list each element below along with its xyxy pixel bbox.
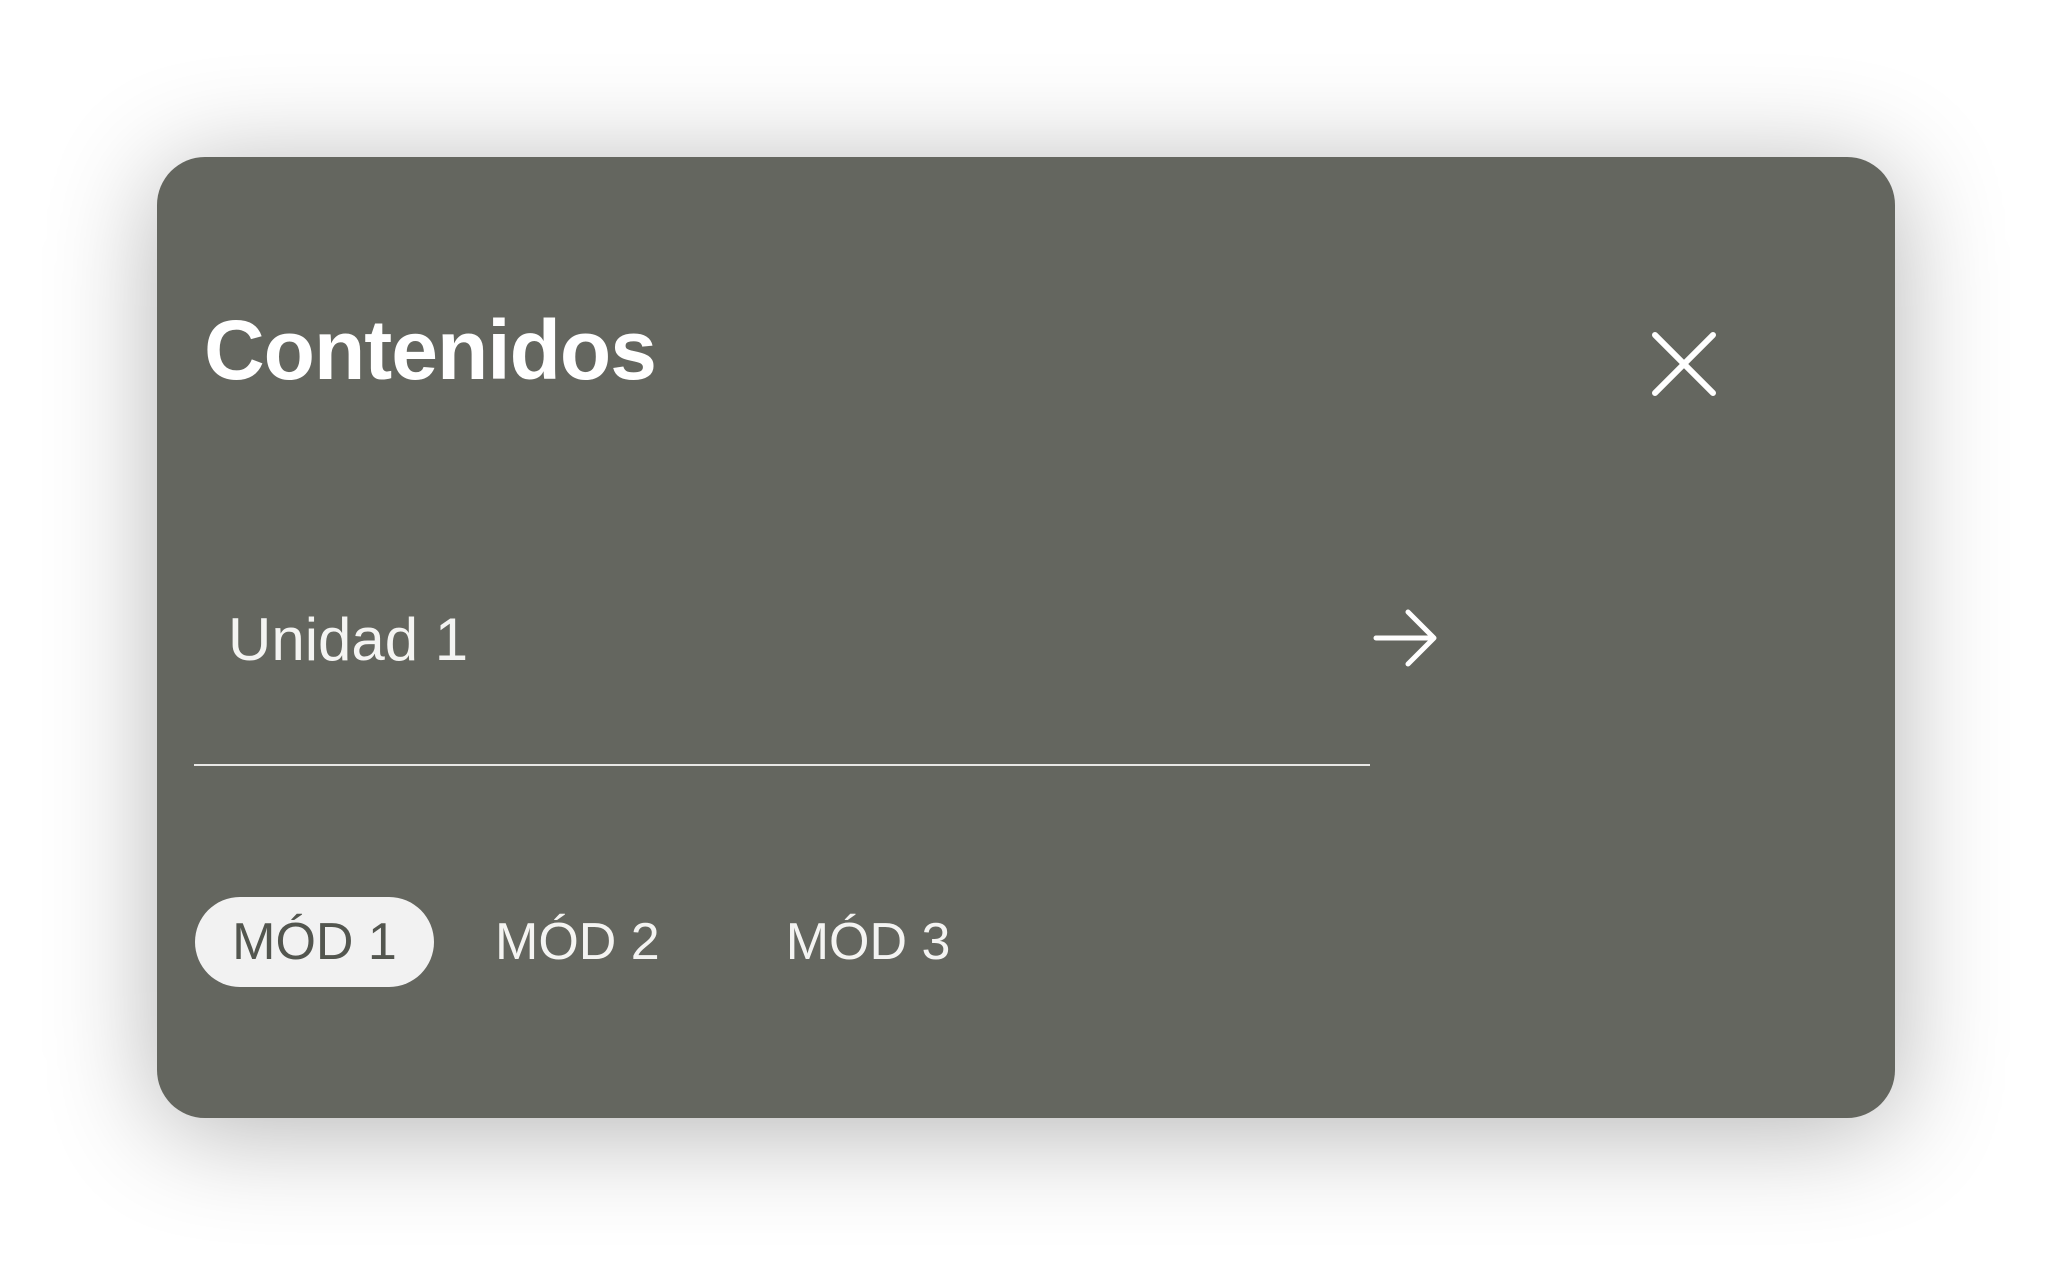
- tab-mod-2[interactable]: MÓD 2: [495, 897, 660, 987]
- close-button[interactable]: [1634, 314, 1734, 414]
- close-icon: [1652, 332, 1716, 396]
- dialog-title: Contenidos: [204, 303, 657, 397]
- arrow-right-icon[interactable]: [1372, 604, 1440, 672]
- tab-mod-3[interactable]: MÓD 3: [786, 897, 951, 987]
- unit-label: Unidad 1: [228, 606, 469, 673]
- tab-mod-1[interactable]: MÓD 1: [195, 897, 434, 987]
- module-tabs: MÓD 1 MÓD 2 MÓD 3: [195, 897, 950, 987]
